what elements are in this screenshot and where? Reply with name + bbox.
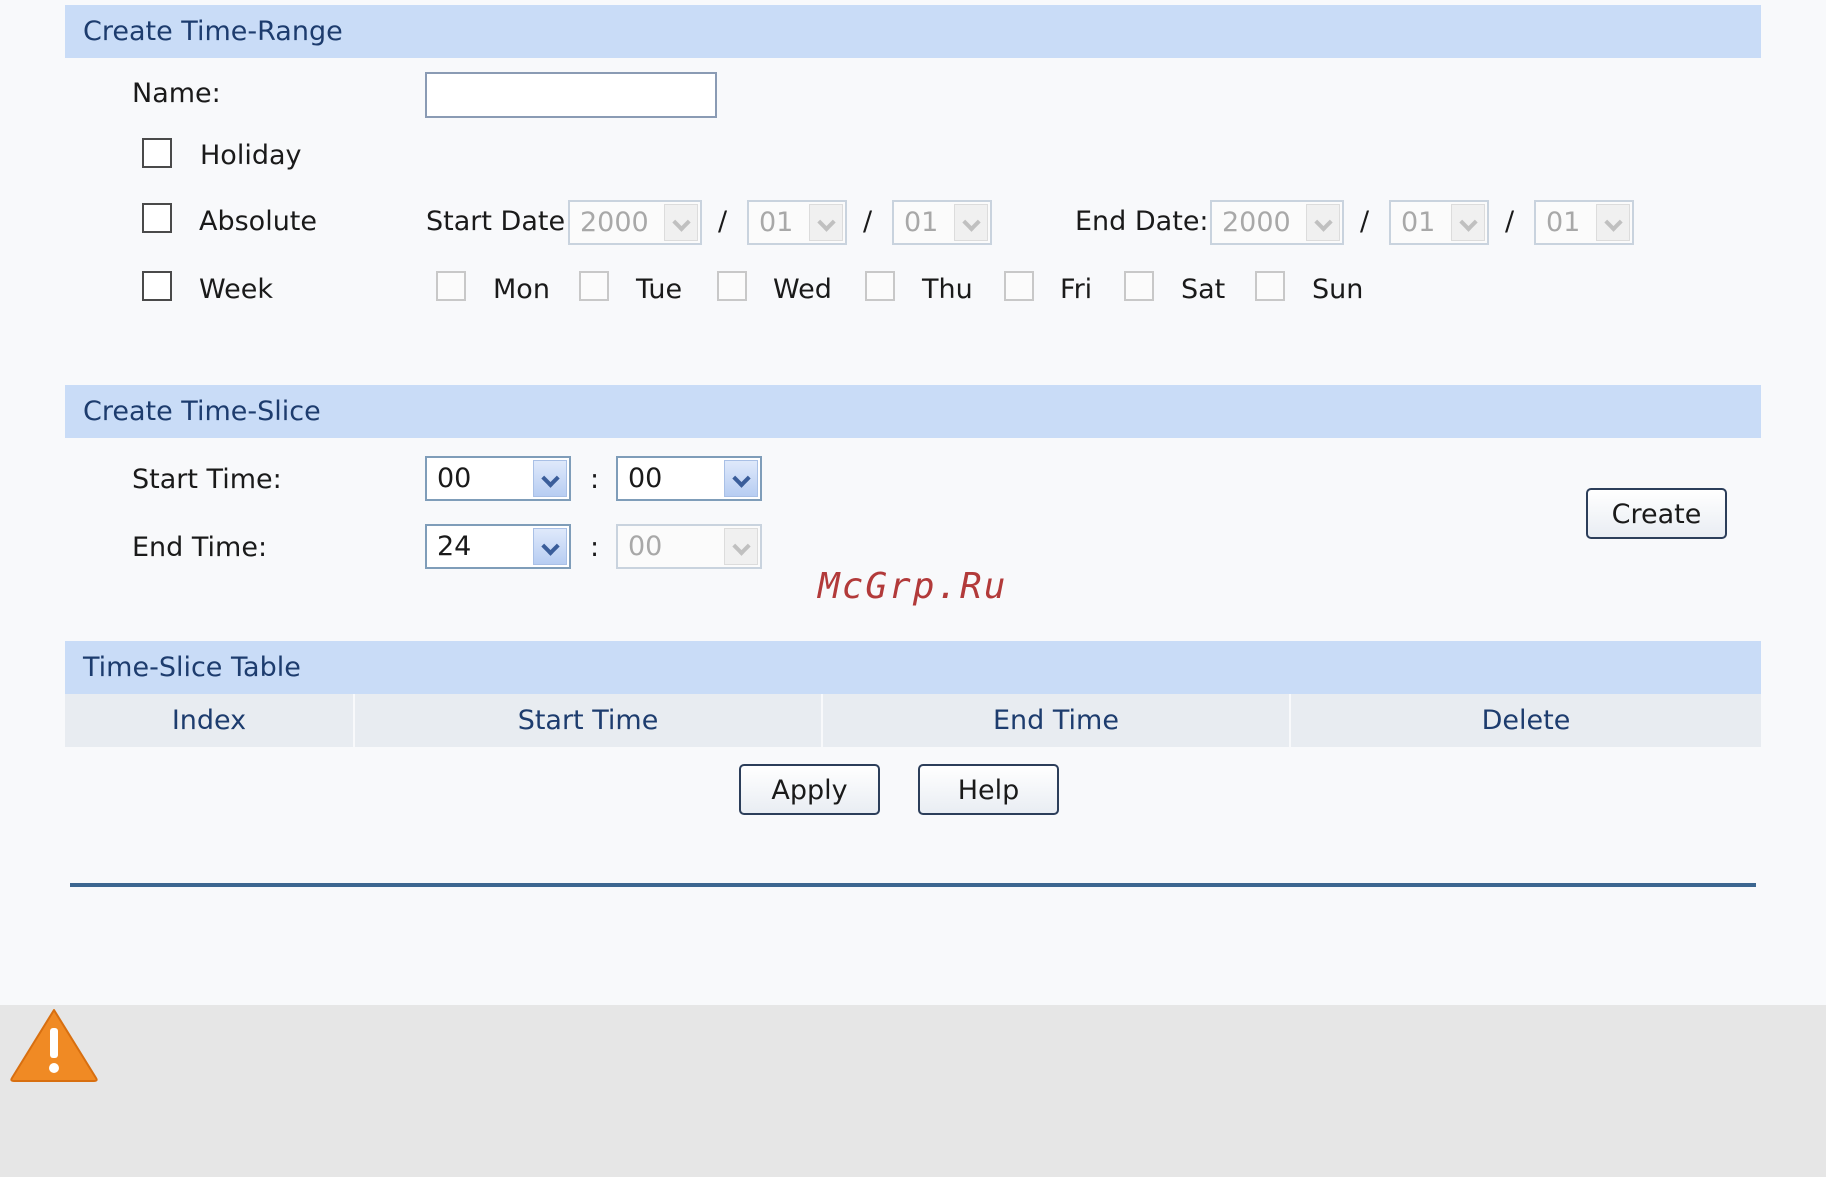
end-hour-select[interactable]: 24: [425, 524, 571, 569]
warning-triangle-icon: [10, 1009, 98, 1082]
week-label: Week: [199, 274, 273, 305]
start-year-select[interactable]: 2000: [568, 200, 702, 245]
time-separator: :: [590, 464, 600, 495]
note-bar: [0, 1005, 1826, 1177]
column-header-delete: Delete: [1291, 694, 1761, 747]
chevron-down-icon: [809, 204, 843, 241]
day-checkbox-sun[interactable]: [1255, 271, 1285, 301]
date-separator: /: [1505, 206, 1515, 237]
chevron-down-icon: [533, 460, 567, 497]
end-year-select[interactable]: 2000: [1210, 200, 1344, 245]
chevron-down-icon: [533, 528, 567, 565]
end-hour-value: 24: [437, 531, 472, 562]
end-year-value: 2000: [1222, 207, 1291, 238]
day-checkbox-sat[interactable]: [1124, 271, 1154, 301]
day-checkbox-mon[interactable]: [436, 271, 466, 301]
date-separator: /: [718, 206, 728, 237]
date-separator: /: [863, 206, 873, 237]
start-minute-select[interactable]: 00: [616, 456, 762, 501]
create-button[interactable]: Create: [1586, 488, 1727, 539]
column-header-index: Index: [65, 694, 353, 747]
create-time-range-header: Create Time-Range: [65, 5, 1761, 58]
end-day-value: 01: [1546, 207, 1581, 238]
name-label: Name:: [132, 78, 221, 109]
end-time-label: End Time:: [132, 532, 268, 563]
chevron-down-icon: [664, 204, 698, 241]
start-day-value: 01: [904, 207, 939, 238]
start-date-label: Start Date:: [426, 206, 575, 237]
day-label-thu: Thu: [922, 274, 973, 305]
start-year-value: 2000: [580, 207, 649, 238]
chevron-down-icon: [1451, 204, 1485, 241]
holiday-checkbox[interactable]: [142, 138, 172, 168]
time-separator: :: [590, 532, 600, 563]
start-month-value: 01: [759, 207, 794, 238]
start-month-select[interactable]: 01: [747, 200, 847, 245]
absolute-label: Absolute: [199, 206, 318, 237]
apply-button[interactable]: Apply: [739, 764, 880, 815]
help-button[interactable]: Help: [918, 764, 1059, 815]
chevron-down-icon: [1596, 204, 1630, 241]
holiday-label: Holiday: [200, 140, 302, 171]
chevron-down-icon: [1306, 204, 1340, 241]
day-checkbox-fri[interactable]: [1004, 271, 1034, 301]
end-date-label: End Date:: [1075, 206, 1209, 237]
day-label-wed: Wed: [773, 274, 832, 305]
start-time-label: Start Time:: [132, 464, 282, 495]
time-slice-table-header: Time-Slice Table: [65, 641, 1761, 694]
start-hour-select[interactable]: 00: [425, 456, 571, 501]
day-label-mon: Mon: [493, 274, 550, 305]
create-time-slice-header: Create Time-Slice: [65, 385, 1761, 438]
day-label-sun: Sun: [1312, 274, 1364, 305]
day-checkbox-tue[interactable]: [579, 271, 609, 301]
name-input[interactable]: [425, 72, 717, 118]
day-checkbox-wed[interactable]: [717, 271, 747, 301]
chevron-down-icon: [724, 460, 758, 497]
column-header-start-time: Start Time: [355, 694, 821, 747]
end-month-value: 01: [1401, 207, 1436, 238]
column-header-end-time: End Time: [823, 694, 1289, 747]
chevron-down-icon: [954, 204, 988, 241]
absolute-checkbox[interactable]: [142, 203, 172, 233]
start-hour-value: 00: [437, 463, 472, 494]
day-label-sat: Sat: [1181, 274, 1226, 305]
day-checkbox-thu[interactable]: [865, 271, 895, 301]
chevron-down-icon: [724, 528, 758, 565]
day-label-fri: Fri: [1060, 274, 1093, 305]
divider-line: [70, 883, 1756, 887]
week-checkbox[interactable]: [142, 271, 172, 301]
end-month-select[interactable]: 01: [1389, 200, 1489, 245]
watermark: McGrp.Ru: [818, 566, 1008, 607]
start-day-select[interactable]: 01: [892, 200, 992, 245]
end-minute-value: 00: [628, 531, 663, 562]
date-separator: /: [1360, 206, 1370, 237]
start-minute-value: 00: [628, 463, 663, 494]
end-day-select[interactable]: 01: [1534, 200, 1634, 245]
end-minute-select[interactable]: 00: [616, 524, 762, 569]
day-label-tue: Tue: [636, 274, 683, 305]
